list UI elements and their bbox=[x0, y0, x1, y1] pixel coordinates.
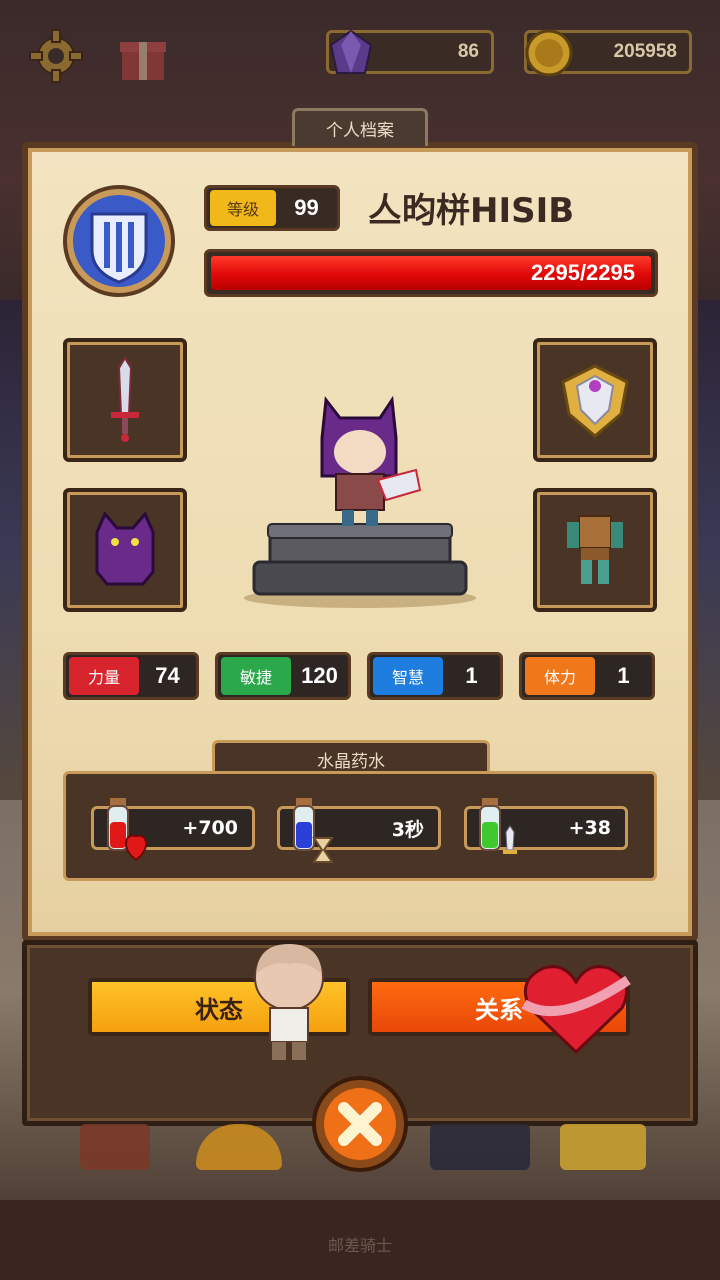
gem-count: 86 bbox=[457, 41, 479, 62]
stat-label: 智慧 bbox=[373, 657, 443, 695]
gift-icon[interactable] bbox=[116, 30, 170, 84]
hero-character-on-pedestal bbox=[244, 395, 476, 608]
level-value: 99 bbox=[294, 195, 319, 220]
dock-coins-icon bbox=[560, 1124, 646, 1170]
shield-slot[interactable] bbox=[533, 338, 657, 462]
hp-value: 2295/2295 bbox=[531, 260, 635, 285]
dock-book-icon bbox=[80, 1124, 150, 1170]
dock-potion-icon bbox=[430, 1124, 530, 1170]
gear-icon[interactable] bbox=[28, 28, 84, 84]
stat-stamina: 体力 1 bbox=[519, 652, 655, 700]
potion-attack-value: +38 bbox=[568, 817, 611, 839]
stat-wisdom: 智慧 1 bbox=[367, 652, 503, 700]
footer-title: 邮差骑士 bbox=[327, 1236, 392, 1255]
stat-label: 敏捷 bbox=[221, 657, 291, 695]
red-potion-heart-icon bbox=[107, 798, 148, 862]
level-badge: 等级 99 bbox=[204, 185, 340, 231]
stat-value: 1 bbox=[617, 663, 630, 688]
stat-value: 120 bbox=[301, 663, 338, 688]
helmet-slot[interactable] bbox=[63, 488, 187, 612]
level-label: 等级 bbox=[210, 190, 276, 226]
gem-counter: 86 bbox=[326, 29, 494, 74]
blue-potion-hourglass-icon bbox=[293, 798, 334, 863]
purple-gem-icon bbox=[329, 29, 373, 74]
stat-value: 1 bbox=[465, 663, 478, 688]
coin-count: 205958 bbox=[613, 41, 677, 62]
profile-tab-title: 个人档案 bbox=[292, 108, 428, 146]
stat-label: 体力 bbox=[525, 657, 595, 695]
shield-crest-icon bbox=[561, 364, 629, 438]
shield-emblem-icon bbox=[63, 185, 175, 297]
cat-hood-icon bbox=[95, 511, 155, 586]
armor-icon bbox=[567, 515, 623, 584]
heart-ribbon-icon bbox=[521, 965, 631, 1055]
potion-health-value: +700 bbox=[182, 817, 238, 839]
weapon-slot[interactable] bbox=[63, 338, 187, 462]
stat-label: 力量 bbox=[69, 657, 139, 695]
player-name: 亼昀栟HISIB bbox=[368, 190, 575, 231]
green-potion-sword-icon bbox=[479, 798, 517, 854]
armor-slot[interactable] bbox=[533, 488, 657, 612]
potion-speed-value: 3秒 bbox=[391, 818, 424, 841]
gold-coin-icon bbox=[525, 29, 573, 77]
hp-bar-fill: 2295/2295 bbox=[211, 256, 651, 290]
sword-icon bbox=[111, 356, 139, 442]
hp-bar: 2295/2295 bbox=[204, 249, 658, 297]
stat-value: 74 bbox=[155, 663, 180, 688]
close-icon[interactable] bbox=[310, 1074, 410, 1174]
stat-agility: 敏捷 120 bbox=[215, 652, 351, 700]
coin-counter: 205958 bbox=[524, 29, 692, 77]
companion-character-icon bbox=[254, 944, 324, 1060]
stat-strength: 力量 74 bbox=[63, 652, 199, 700]
